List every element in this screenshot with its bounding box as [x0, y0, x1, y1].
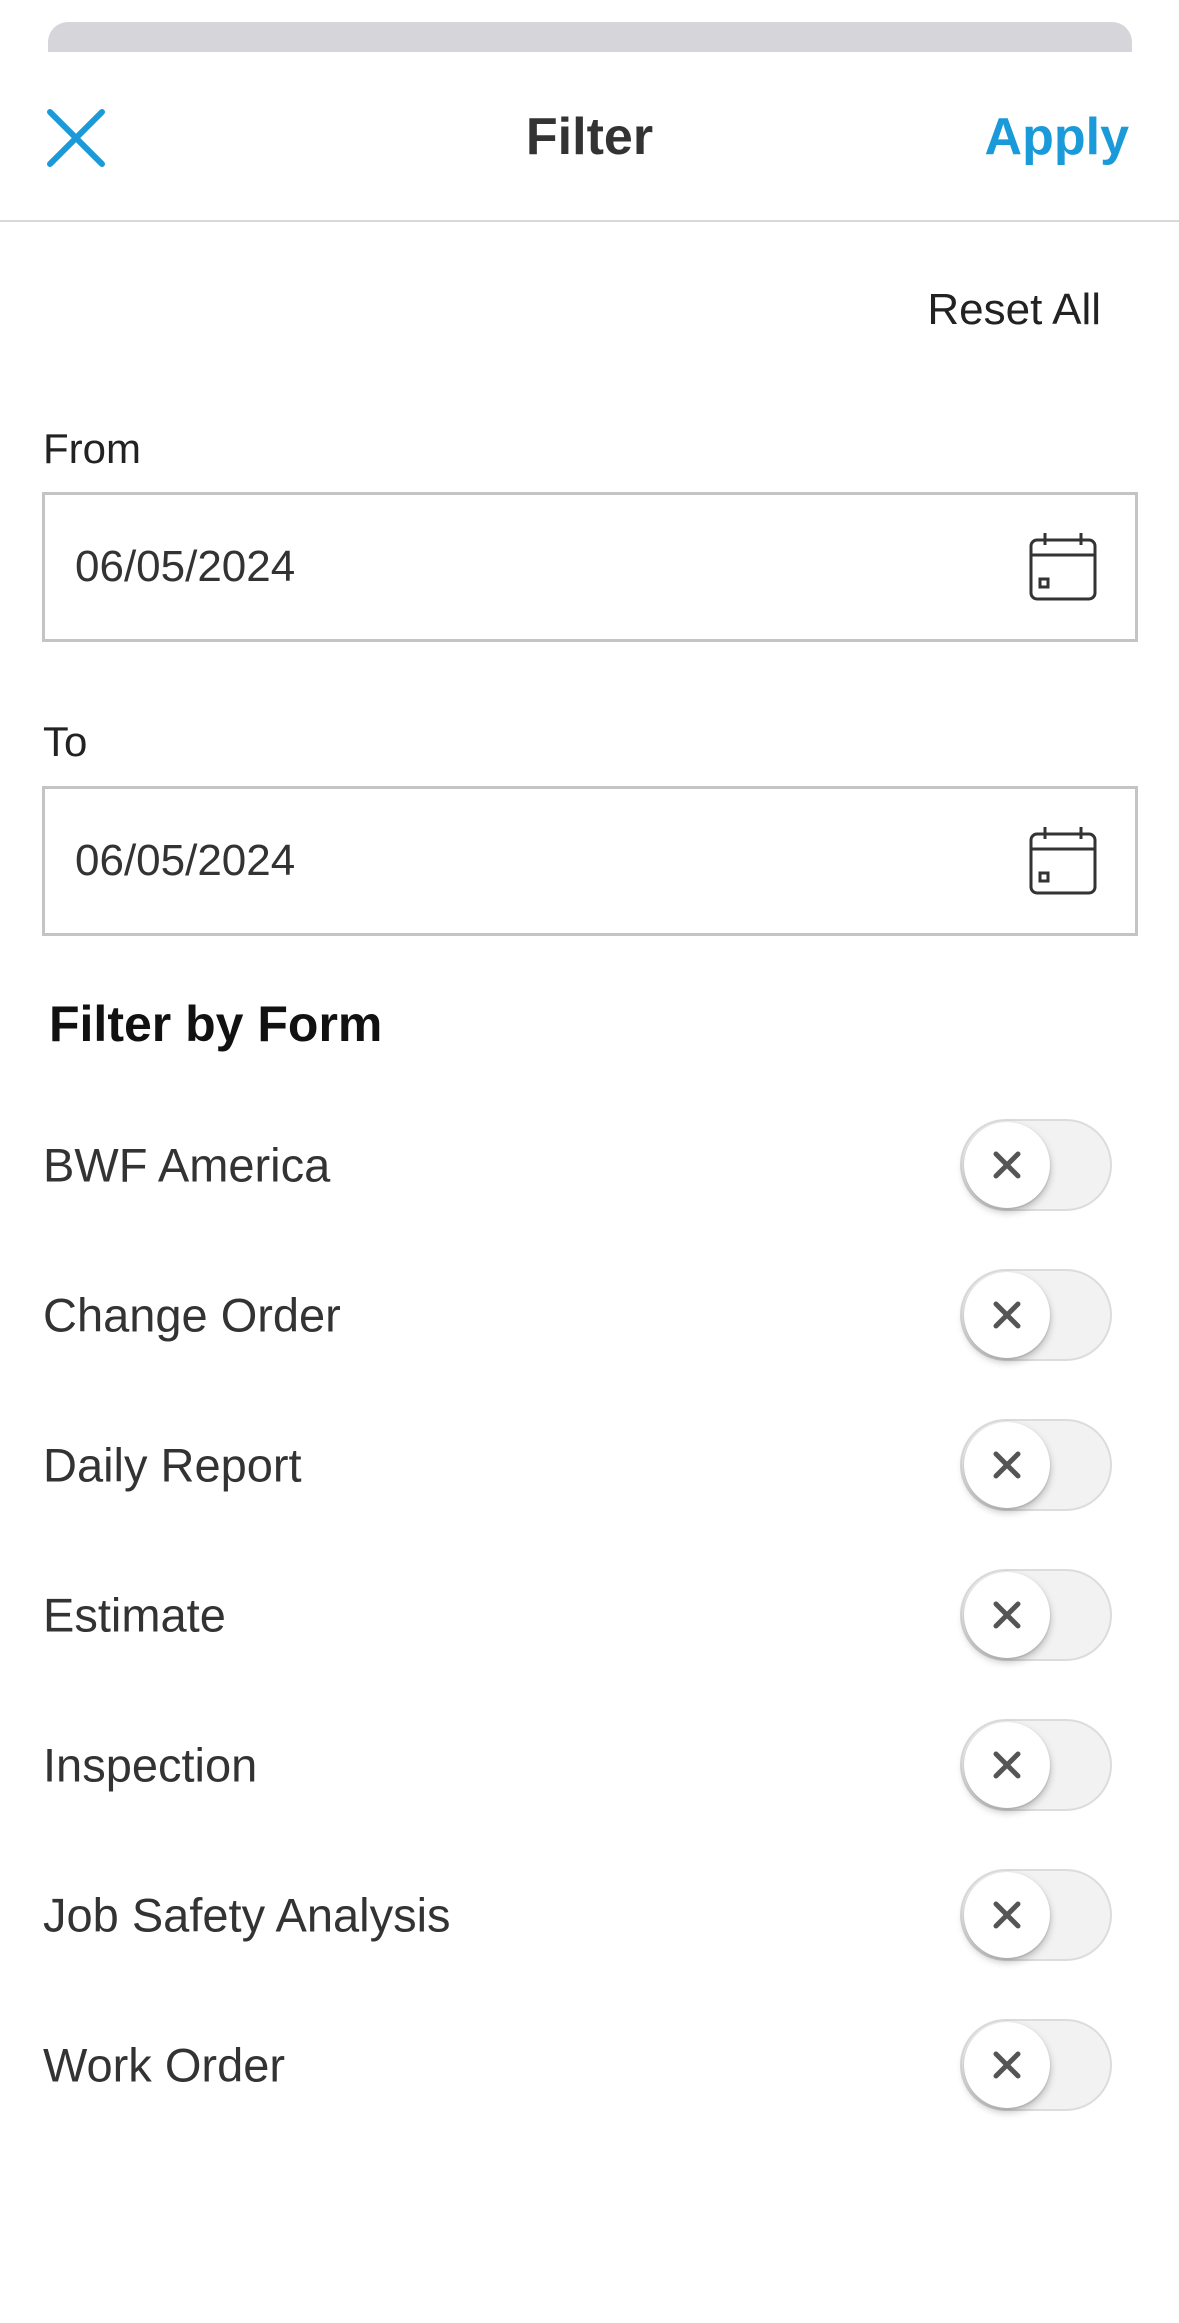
- toggle-knob: [964, 1122, 1050, 1208]
- form-filter-label: BWF America: [43, 1138, 331, 1192]
- from-date-value: 06/05/2024: [75, 542, 296, 591]
- form-filter-label: Estimate: [43, 1588, 226, 1642]
- form-filter-label: Job Safety Analysis: [43, 1888, 451, 1942]
- form-filter-row: Job Safety Analysis: [0, 1840, 1179, 1990]
- form-filter-label: Daily Report: [43, 1438, 302, 1492]
- toggle-knob: [964, 2022, 1050, 2108]
- form-filter-toggle[interactable]: [960, 1719, 1112, 1811]
- form-filter-toggle[interactable]: [960, 1269, 1112, 1361]
- form-filter-row: Daily Report: [0, 1390, 1179, 1540]
- x-icon: [993, 1301, 1021, 1329]
- filter-header: Filter Apply: [0, 52, 1179, 222]
- toggle-knob: [964, 1722, 1050, 1808]
- form-filter-toggle[interactable]: [960, 1569, 1112, 1661]
- to-date-field[interactable]: 06/05/2024: [42, 786, 1138, 936]
- x-icon: [993, 1151, 1021, 1179]
- toggle-knob: [964, 1422, 1050, 1508]
- form-filter-row: Change Order: [0, 1240, 1179, 1390]
- to-date-value: 06/05/2024: [75, 836, 296, 885]
- x-icon: [993, 1451, 1021, 1479]
- form-filter-row: Work Order: [0, 1990, 1179, 2140]
- from-date-field[interactable]: 06/05/2024: [42, 492, 1138, 642]
- x-icon: [993, 2051, 1021, 2079]
- filter-by-form-title: Filter by Form: [49, 996, 383, 1052]
- form-filter-row: BWF America: [0, 1090, 1179, 1240]
- form-filter-row: Inspection: [0, 1690, 1179, 1840]
- toggle-knob: [964, 1872, 1050, 1958]
- form-filter-toggle[interactable]: [960, 2019, 1112, 2111]
- apply-button[interactable]: Apply: [985, 107, 1129, 167]
- form-filter-label: Change Order: [43, 1288, 341, 1342]
- from-label: From: [43, 425, 141, 472]
- x-icon: [993, 1901, 1021, 1929]
- form-filter-label: Inspection: [43, 1738, 258, 1792]
- calendar-icon[interactable]: [1025, 823, 1101, 899]
- x-icon: [993, 1601, 1021, 1629]
- toggle-knob: [964, 1572, 1050, 1658]
- x-icon: [993, 1751, 1021, 1779]
- form-filter-label: Work Order: [43, 2038, 285, 2092]
- reset-all-button[interactable]: Reset All: [927, 285, 1101, 335]
- form-filter-toggle[interactable]: [960, 1869, 1112, 1961]
- form-filter-toggle[interactable]: [960, 1419, 1112, 1511]
- form-filter-row: Estimate: [0, 1540, 1179, 1690]
- to-label: To: [43, 718, 88, 765]
- form-filter-toggle[interactable]: [960, 1119, 1112, 1211]
- toggle-knob: [964, 1272, 1050, 1358]
- calendar-icon[interactable]: [1025, 529, 1101, 605]
- form-filter-list: BWF America Change Order Daily Report Es…: [0, 1090, 1179, 2140]
